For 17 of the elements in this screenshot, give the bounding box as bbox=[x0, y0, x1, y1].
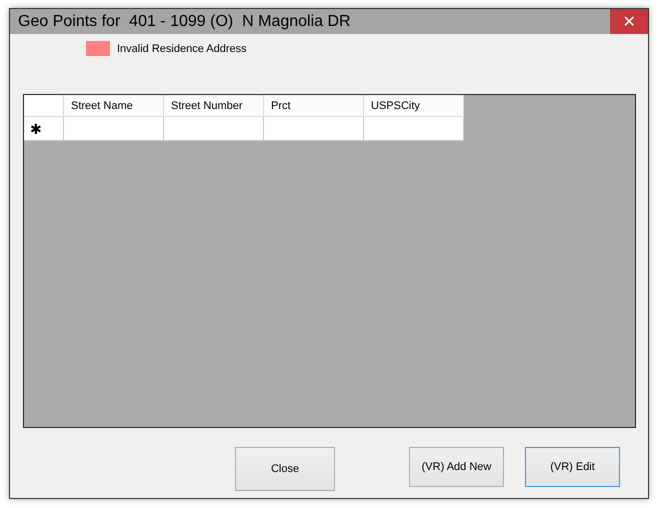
column-header[interactable]: USPSCity bbox=[364, 95, 464, 117]
table-cell[interactable] bbox=[364, 117, 464, 141]
table-cell[interactable] bbox=[164, 117, 264, 141]
edit-button[interactable]: (VR) Edit bbox=[525, 447, 620, 487]
add-new-button[interactable]: (VR) Add New bbox=[409, 447, 504, 487]
window-title: Geo Points for 401 - 1099 (O) N Magnolia DR bbox=[17, 12, 351, 30]
table-cell[interactable] bbox=[264, 117, 364, 141]
legend-label: Invalid Residence Address bbox=[117, 42, 247, 54]
close-button[interactable]: Close bbox=[235, 447, 335, 491]
new-row-marker: ✱ bbox=[30, 120, 42, 136]
column-header[interactable]: Street Number bbox=[164, 95, 264, 117]
close-icon[interactable]: ✕ bbox=[610, 9, 648, 34]
corner-header[interactable] bbox=[24, 95, 64, 117]
new-row-header[interactable]: ✱ bbox=[24, 117, 64, 141]
column-header[interactable]: Street Name bbox=[64, 95, 164, 117]
table-cell[interactable] bbox=[64, 117, 164, 141]
column-header[interactable]: Prct bbox=[264, 95, 364, 117]
